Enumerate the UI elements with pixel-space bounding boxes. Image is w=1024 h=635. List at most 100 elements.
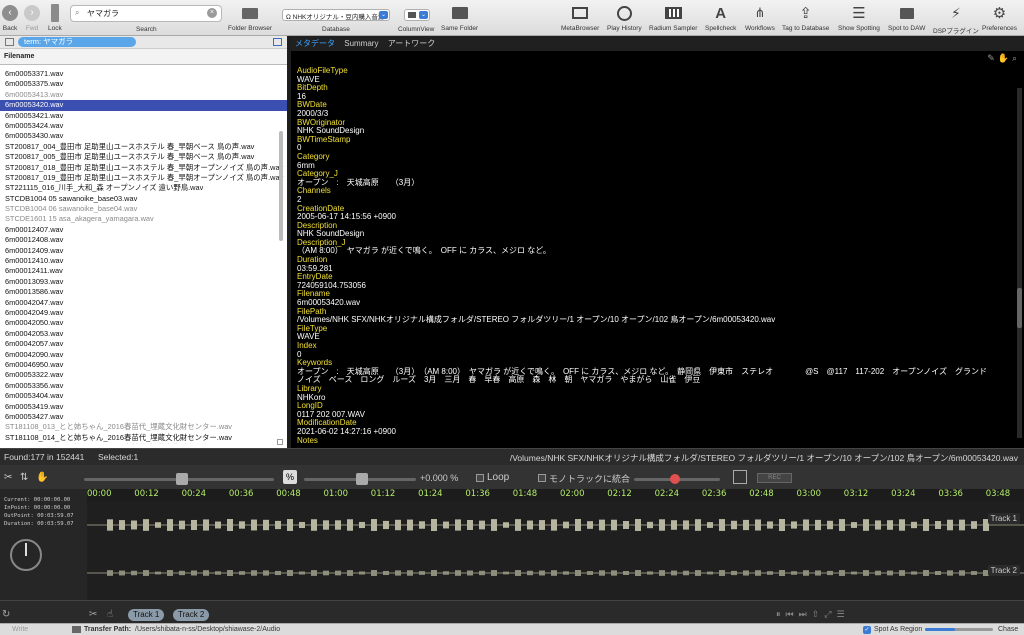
tag-to-database-button[interactable]: ⇪ Tag to Database [782,3,829,32]
volume-slider[interactable] [84,473,274,485]
chase-slider[interactable] [925,628,993,631]
lock-button[interactable]: Lock [48,3,62,32]
preferences-button[interactable]: ⚙ Preferences [982,3,1017,32]
file-row[interactable]: 6m00053420.wav [0,100,287,111]
jog-wheel[interactable] [10,539,42,571]
file-row[interactable]: 6m00042047.wav [0,298,287,308]
pencil-icon[interactable]: ✎ [987,53,998,63]
file-row[interactable]: 6m00046950.wav [0,360,287,370]
scissors-icon[interactable]: ✂ [89,609,97,620]
hand-icon[interactable]: ✋ [998,53,1012,63]
search-input[interactable]: ⌕ ヤマガラ × [70,5,222,22]
file-row[interactable]: ST181108_015_とと姉ちゃん_2016春苗代_埋蔵文化財センター.wa… [0,443,287,444]
panel-toggle-icon[interactable] [273,38,282,46]
spot-region-checkbox[interactable]: ✓ [863,626,871,634]
metadata-scrollbar[interactable] [1017,88,1022,438]
metadata-value[interactable]: 03:59.281 [297,264,1017,274]
metadata-value[interactable]: オープン : 天城高原 （3月） （AM 8:00） ヤマガラ が近くで鳴く。 … [297,367,1017,385]
metadata-value[interactable]: 6mm [297,161,1017,171]
file-row[interactable]: ST200817_005_豊田市 足助里山ユースホステル 春_早朝ベース 鳥の声… [0,152,287,162]
file-row[interactable]: STCDB1004 06 sawanoike_base04.wav [0,204,287,214]
file-row[interactable]: 6m00042090.wav [0,350,287,360]
folder-icon[interactable] [72,626,81,633]
file-row[interactable]: 6m00013093.wav [0,277,287,287]
columnview-select[interactable]: ⌄ [404,9,430,21]
file-row[interactable]: 6m00053322.wav [0,370,287,380]
tools-icon[interactable]: ✂ [4,472,12,483]
magnify-icon[interactable]: ⌕ [1012,53,1020,63]
metadata-value[interactable]: （AM 8:00） ヤマガラ が近くで鳴く。 OFF に カラス、メジロ など。 [297,247,1017,256]
file-row[interactable]: ST181108_013_とと姉ちゃん_2016春苗代_埋蔵文化財センター.wa… [0,422,287,432]
file-row[interactable]: 6m00042050.wav [0,318,287,328]
metadata-value[interactable]: NHK SoundDesign [297,127,1017,136]
loop-arrow-icon[interactable]: ↻ [2,609,10,620]
same-folder-button[interactable]: Same Folder [441,3,478,32]
file-row[interactable]: 6m00012409.wav [0,246,287,256]
file-row[interactable]: 6m00053427.wav [0,412,287,422]
metadata-value[interactable]: 2005-06-17 14:15:56 +0900 [297,212,1017,222]
file-row[interactable]: 6m00053375.wav [0,79,287,89]
file-list-scrollbar[interactable] [279,131,283,241]
file-row[interactable]: ST200817_018_豊田市 足助里山ユースホステル 春_早朝オープンノイズ… [0,163,287,173]
metadata-value[interactable]: 0117 202 007.WAV [297,410,1017,420]
file-row[interactable]: 6m00053371.wav [0,69,287,79]
hand-tool-icon[interactable]: ✋ [36,472,48,483]
pitch-icon[interactable]: % [283,470,297,484]
volume-knob[interactable] [176,473,188,485]
tab-summary[interactable]: Summary [344,39,378,48]
hand-icon[interactable]: ☝ [107,609,113,620]
file-row[interactable]: ST200817_004_豊田市 足助里山ユースホステル 春_早朝ベース 鳥の声… [0,142,287,152]
file-row[interactable]: STCDE1601 15 asa_akagera_yamagara.wav [0,214,287,224]
grid-icon[interactable] [733,470,747,484]
filename-column-header[interactable]: Filename [0,49,287,65]
metadata-value[interactable]: 724059104.753056 [297,281,1017,291]
play-history-button[interactable]: Play History [607,3,642,32]
file-row[interactable]: 6m00042057.wav [0,339,287,349]
file-row[interactable]: 6m00053421.wav [0,111,287,121]
file-row[interactable]: ST200817_019_豊田市 足助里山ユースホステル 春_早朝オープンノイズ… [0,173,287,183]
folder-browser-button[interactable]: Folder Browser [228,3,272,32]
pitch-knob[interactable] [356,473,368,485]
timeline-ruler[interactable]: 00:00 00:12 00:24 00:36 00:48 01:00 01:12 01:24… [87,489,1024,501]
metadata-value[interactable]: 2 [297,195,1017,205]
search-term-pill[interactable]: term: ヤマガラ [18,37,136,47]
file-row[interactable]: 6m00012407.wav [0,225,287,235]
forward-button[interactable]: › Fwd [24,3,40,32]
file-row[interactable]: ST221115_016_川手_大和_森 オープンノイズ 遠い野鳥.wav [0,183,287,193]
metadata-value[interactable]: 0 [297,144,1017,153]
file-row[interactable]: 6m00042049.wav [0,308,287,318]
metadata-value[interactable]: 16 [297,92,1017,102]
metadata-value[interactable]: WAVE [297,75,1017,85]
file-row[interactable]: 6m00053413.wav [0,90,287,100]
metadata-value[interactable]: /Volumes/NHK SFX/NHKオリジナル構成フォルダ/STEREO フ… [297,316,1017,325]
metadata-value[interactable]: 6m00053420.wav [297,298,1017,308]
metabrowser-button[interactable]: MetaBrowser [561,3,599,32]
transport-controls[interactable]: ⏸⏮⏭⇧⤢☰ [776,609,850,620]
arrow-tool-icon[interactable]: ⇅ [20,472,28,483]
metadata-value[interactable]: 2021-06-02 14:27:16 +0900 [297,427,1017,437]
radium-sampler-button[interactable]: Radium Sampler [649,3,697,32]
transfer-path-value[interactable]: /Users/shibata-n-ss/Desktop/shiawase-2/A… [135,626,280,633]
metadata-value[interactable]: WAVE [297,333,1017,342]
file-row[interactable]: 6m00013586.wav [0,287,287,297]
metadata-value[interactable]: NHK SoundDesign [297,230,1017,239]
file-row[interactable]: 6m00053419.wav [0,402,287,412]
database-select[interactable]: Ω NHKオリジナル・豆内購入音源 ⌄ [282,9,390,21]
metadata-value[interactable]: 0 [297,350,1017,360]
file-row[interactable]: 6m00053356.wav [0,381,287,391]
dsp-plugin-button[interactable]: ⚡ DSPプラグイン [933,3,979,36]
mono-checkbox[interactable] [538,474,546,482]
tab-metadata[interactable]: メタデータ [295,39,335,48]
rec-button[interactable]: REC [757,473,792,483]
workflows-button[interactable]: ⋔ Workflows [745,3,775,32]
file-row[interactable]: 6m00012410.wav [0,256,287,266]
file-row[interactable]: 6m00053424.wav [0,121,287,131]
waveform-area[interactable]: Track 1 Track 2 [87,501,1024,600]
file-row[interactable]: 6m00053430.wav [0,131,287,141]
sidebar-toggle-icon[interactable] [5,38,14,46]
metadata-value[interactable]: オープン : 天城高原 （3月） [297,178,1017,188]
file-row[interactable]: 6m00012408.wav [0,235,287,245]
track-1-button[interactable]: Track 1 [128,609,165,621]
spellcheck-button[interactable]: A Spellcheck [705,3,736,33]
file-row[interactable]: ST181108_014_とと姉ちゃん_2016春苗代_埋蔵文化財センター.wa… [0,433,287,443]
